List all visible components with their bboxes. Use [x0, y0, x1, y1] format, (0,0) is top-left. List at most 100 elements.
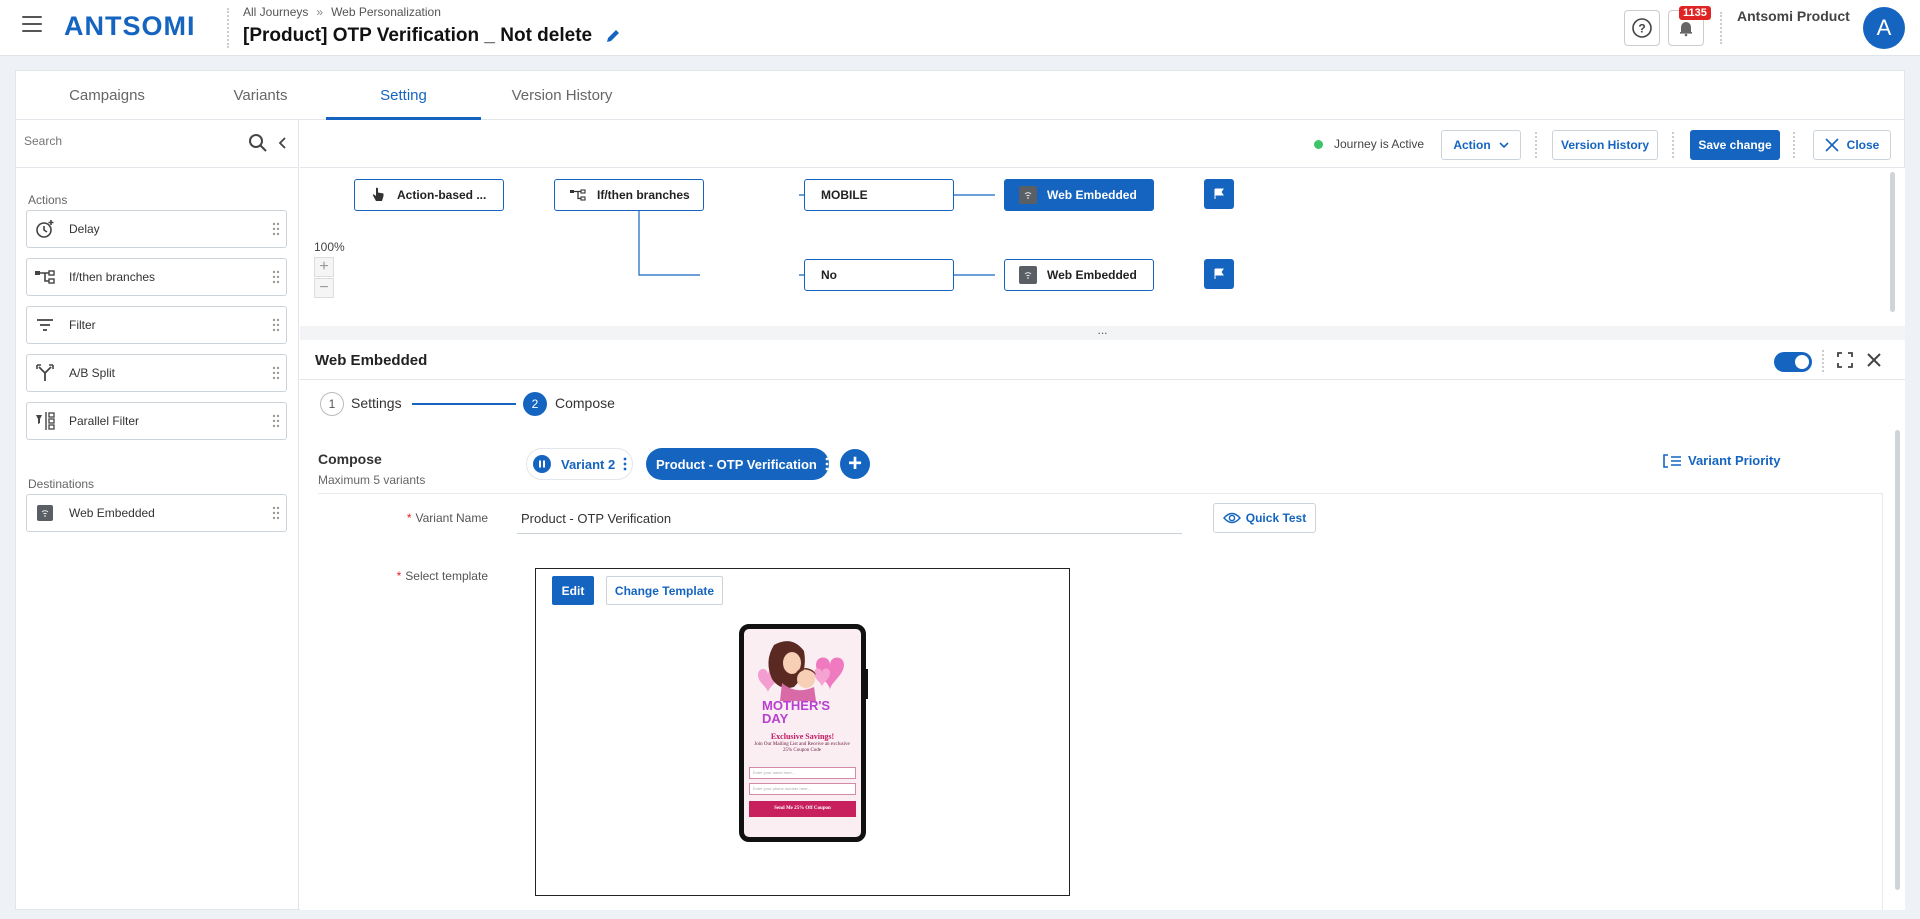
breadcrumb-web-personalization[interactable]: Web Personalization — [331, 5, 441, 19]
zoom-out-button[interactable]: − — [314, 278, 334, 298]
drag-handle-icon[interactable] — [272, 318, 280, 332]
page-scrollbar[interactable] — [1895, 430, 1900, 890]
clock-plus-icon — [33, 217, 57, 241]
split-icon — [33, 361, 57, 385]
save-change-button[interactable]: Save change — [1690, 130, 1780, 160]
drag-handle-icon[interactable] — [272, 506, 280, 520]
pencil-icon[interactable] — [605, 28, 621, 44]
tab-campaigns[interactable]: Campaigns — [31, 71, 183, 120]
flow-node-label: No — [821, 268, 837, 282]
variant-tab[interactable]: Variant 2 — [526, 448, 633, 480]
more-vertical-icon[interactable] — [623, 457, 627, 471]
flow-node-if-then[interactable]: If/then branches — [554, 179, 704, 211]
search-input[interactable] — [24, 134, 224, 148]
variant-priority-button[interactable]: Variant Priority — [1662, 453, 1780, 468]
flow-node-label: Web Embedded — [1047, 188, 1137, 202]
step-settings-label[interactable]: Settings — [351, 395, 402, 411]
node-detail-panel: Web Embedded 1 Settings 2 Compose Compos… — [300, 340, 1905, 910]
palette-item-filter[interactable]: Filter — [26, 306, 287, 344]
compose-stepper: 1 Settings 2 Compose — [320, 392, 720, 416]
search-icon[interactable] — [248, 133, 268, 153]
header-divider — [227, 8, 229, 48]
journey-canvas[interactable]: Action-based ... If/then branches MOBILE… — [300, 168, 1905, 326]
top-header: ANTSOMI All Journeys » Web Personalization… — [0, 0, 1920, 56]
promo-name-field[interactable]: Enter your name here... — [749, 767, 856, 779]
toolbar-divider — [1793, 132, 1795, 158]
branch-icon — [569, 186, 587, 204]
flow-node-web-embedded-selected[interactable]: Web Embedded — [1004, 179, 1154, 211]
canvas-scrollbar[interactable] — [1890, 172, 1895, 312]
tab-variants[interactable]: Variants — [183, 71, 338, 120]
flow-node-web-embedded[interactable]: Web Embedded — [1004, 259, 1154, 291]
quick-test-button[interactable]: Quick Test — [1213, 503, 1316, 533]
phone-side-button — [864, 669, 868, 699]
flow-node-trigger[interactable]: Action-based ... — [354, 179, 504, 211]
close-icon[interactable] — [1865, 351, 1883, 369]
breadcrumb-separator: » — [316, 5, 324, 19]
flow-node-branch-mobile[interactable]: MOBILE — [804, 179, 954, 211]
promo-headline: MOTHER'S DAY — [762, 698, 831, 726]
pause-icon[interactable] — [533, 455, 551, 473]
palette-item-label: If/then branches — [69, 270, 156, 284]
flow-node-branch-no[interactable]: No — [804, 259, 954, 291]
variant-tab-selected[interactable]: Product - OTP Verification — [646, 448, 829, 480]
journey-settings-card: Campaigns Variants Setting Version Histo… — [15, 70, 1905, 910]
promo-copy: Join Our Mailing List and Receive an exc… — [754, 742, 850, 753]
step-2-indicator[interactable]: 2 — [523, 392, 547, 416]
tab-setting[interactable]: Setting — [326, 71, 481, 120]
palette-item-parallel-filter[interactable]: Parallel Filter — [26, 402, 287, 440]
drag-handle-icon[interactable] — [272, 270, 280, 284]
action-dropdown[interactable]: Action — [1441, 130, 1521, 160]
drag-handle-icon[interactable] — [272, 222, 280, 236]
compose-subtitle: Maximum 5 variants — [318, 473, 426, 487]
add-variant-button[interactable]: + — [840, 449, 870, 479]
edit-template-button[interactable]: Edit — [552, 576, 594, 605]
change-template-button[interactable]: Change Template — [606, 576, 723, 605]
palette-item-if-then[interactable]: If/then branches — [26, 258, 287, 296]
page-title: [Product] OTP Verification _ Not delete — [243, 25, 593, 46]
antsomi-logo[interactable]: ANTSOMI — [64, 11, 196, 42]
panel-resize-handle[interactable]: ... — [300, 324, 1905, 340]
tab-version-history[interactable]: Version History — [481, 71, 643, 120]
bell-icon — [1680, 22, 1692, 37]
node-enable-toggle[interactable] — [1774, 352, 1812, 372]
flag-icon[interactable] — [1204, 179, 1234, 209]
template-preview-box: Edit Change Template MOTHER'S DAY Exclus… — [535, 568, 1070, 896]
version-history-button[interactable]: Version History — [1552, 130, 1658, 160]
expand-icon[interactable] — [1837, 352, 1853, 368]
wifi-box-icon — [33, 501, 57, 525]
help-button[interactable]: ? — [1624, 10, 1660, 46]
action-dropdown-label: Action — [1453, 138, 1491, 152]
menu-icon[interactable] — [22, 16, 42, 34]
palette-item-label: Delay — [69, 222, 100, 236]
zoom-in-button[interactable]: + — [314, 257, 334, 277]
step-compose-label[interactable]: Compose — [555, 395, 615, 411]
close-button[interactable]: Close — [1813, 130, 1891, 160]
drag-handle-icon[interactable] — [272, 414, 280, 428]
drag-handle-icon[interactable] — [272, 366, 280, 380]
zoom-level: 100% — [314, 240, 345, 254]
node-palette: Actions Delay If/then branches Filter A/… — [16, 120, 299, 910]
actions-heading: Actions — [28, 193, 68, 207]
header-divider — [1822, 350, 1824, 372]
palette-item-web-embedded[interactable]: Web Embedded — [26, 494, 287, 532]
close-button-label: Close — [1846, 138, 1880, 152]
breadcrumb-all-journeys[interactable]: All Journeys — [243, 5, 308, 19]
palette-item-delay[interactable]: Delay — [26, 210, 287, 248]
select-template-label: * Select template — [396, 569, 488, 583]
flag-icon[interactable] — [1204, 259, 1234, 289]
mobile-preview[interactable]: MOTHER'S DAY Exclusive Savings! Join Our … — [739, 624, 866, 842]
palette-item-ab-split[interactable]: A/B Split — [26, 354, 287, 392]
step-1-indicator[interactable]: 1 — [320, 392, 344, 416]
chevron-left-icon[interactable] — [278, 135, 288, 151]
promo-subheadline: Exclusive Savings! — [770, 732, 835, 741]
account-name[interactable]: Antsomi Product — [1737, 8, 1850, 24]
variant-name-input[interactable] — [517, 504, 1182, 534]
promo-cta-button[interactable]: Send Me 25% Off Coupon — [749, 801, 856, 817]
avatar[interactable]: A — [1863, 7, 1905, 49]
variant-name-label: * Variant Name — [406, 511, 488, 525]
promo-phone-field[interactable]: Enter your phone number here... — [749, 783, 856, 795]
variant-name-label-text: Variant Name — [415, 511, 488, 525]
more-vertical-icon[interactable] — [825, 457, 829, 471]
priority-list-icon — [1663, 453, 1681, 468]
